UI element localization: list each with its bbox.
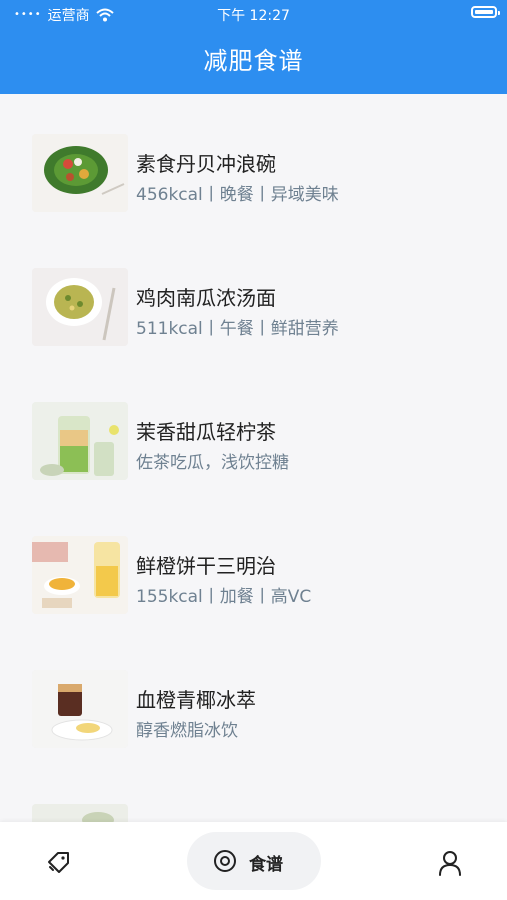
recipe-item[interactable]: 素食丹贝冲浪碗 456kcal丨晚餐丨异域美味 — [32, 134, 482, 214]
recipe-thumbnail — [32, 134, 128, 212]
recipe-meta: 456kcal丨晚餐丨异域美味 — [136, 185, 339, 205]
recipe-item[interactable]: 鲜橙饼干三明治 155kcal丨加餐丨高VC — [32, 536, 482, 616]
recipe-item[interactable]: 鸡肉南瓜浓汤面 511kcal丨午餐丨鲜甜营养 — [32, 268, 482, 348]
recipe-thumbnail — [32, 536, 128, 614]
tag-icon[interactable] — [44, 848, 74, 878]
recipe-thumbnail — [32, 268, 128, 346]
recipe-thumbnail — [32, 804, 128, 822]
recipe-item[interactable] — [32, 804, 482, 822]
disc-icon — [214, 850, 236, 872]
recipe-name: 素食丹贝冲浪碗 — [136, 152, 276, 176]
battery-icon — [471, 6, 500, 18]
user-icon[interactable] — [436, 848, 464, 878]
recipe-thumbnail — [32, 402, 128, 480]
recipe-thumbnail — [32, 670, 128, 748]
recipe-name: 鸡肉南瓜浓汤面 — [136, 286, 276, 310]
recipe-meta: 511kcal丨午餐丨鲜甜营养 — [136, 319, 339, 339]
tab-recipes[interactable]: 食谱 — [187, 832, 321, 890]
recipe-meta: 醇香燃脂冰饮 — [136, 721, 238, 741]
recipe-item[interactable]: 茉香甜瓜轻柠茶 佐茶吃瓜，浅饮控糖 — [32, 402, 482, 482]
tab-recipes-label: 食谱 — [249, 855, 283, 875]
status-time: 下午 12:27 — [217, 8, 290, 24]
recipe-name: 鲜橙饼干三明治 — [136, 554, 276, 578]
page-title: 减肥食谱 — [203, 47, 304, 75]
status-bar: •••• 运营商 下午 12:27 — [0, 0, 507, 28]
recipe-list: 素食丹贝冲浪碗 456kcal丨晚餐丨异域美味 鸡肉南瓜浓汤面 511kcal丨… — [0, 94, 507, 822]
recipe-meta: 155kcal丨加餐丨高VC — [136, 587, 312, 607]
recipe-name: 茉香甜瓜轻柠茶 — [136, 420, 276, 444]
app-header: •••• 运营商 下午 12:27 减肥食谱 — [0, 0, 507, 94]
recipe-item[interactable]: 血橙青椰冰萃 醇香燃脂冰饮 — [32, 670, 482, 750]
recipe-name: 血橙青椰冰萃 — [136, 688, 256, 712]
bottom-tab-bar: 食谱 — [0, 822, 507, 900]
recipe-meta: 佐茶吃瓜，浅饮控糖 — [136, 453, 289, 473]
